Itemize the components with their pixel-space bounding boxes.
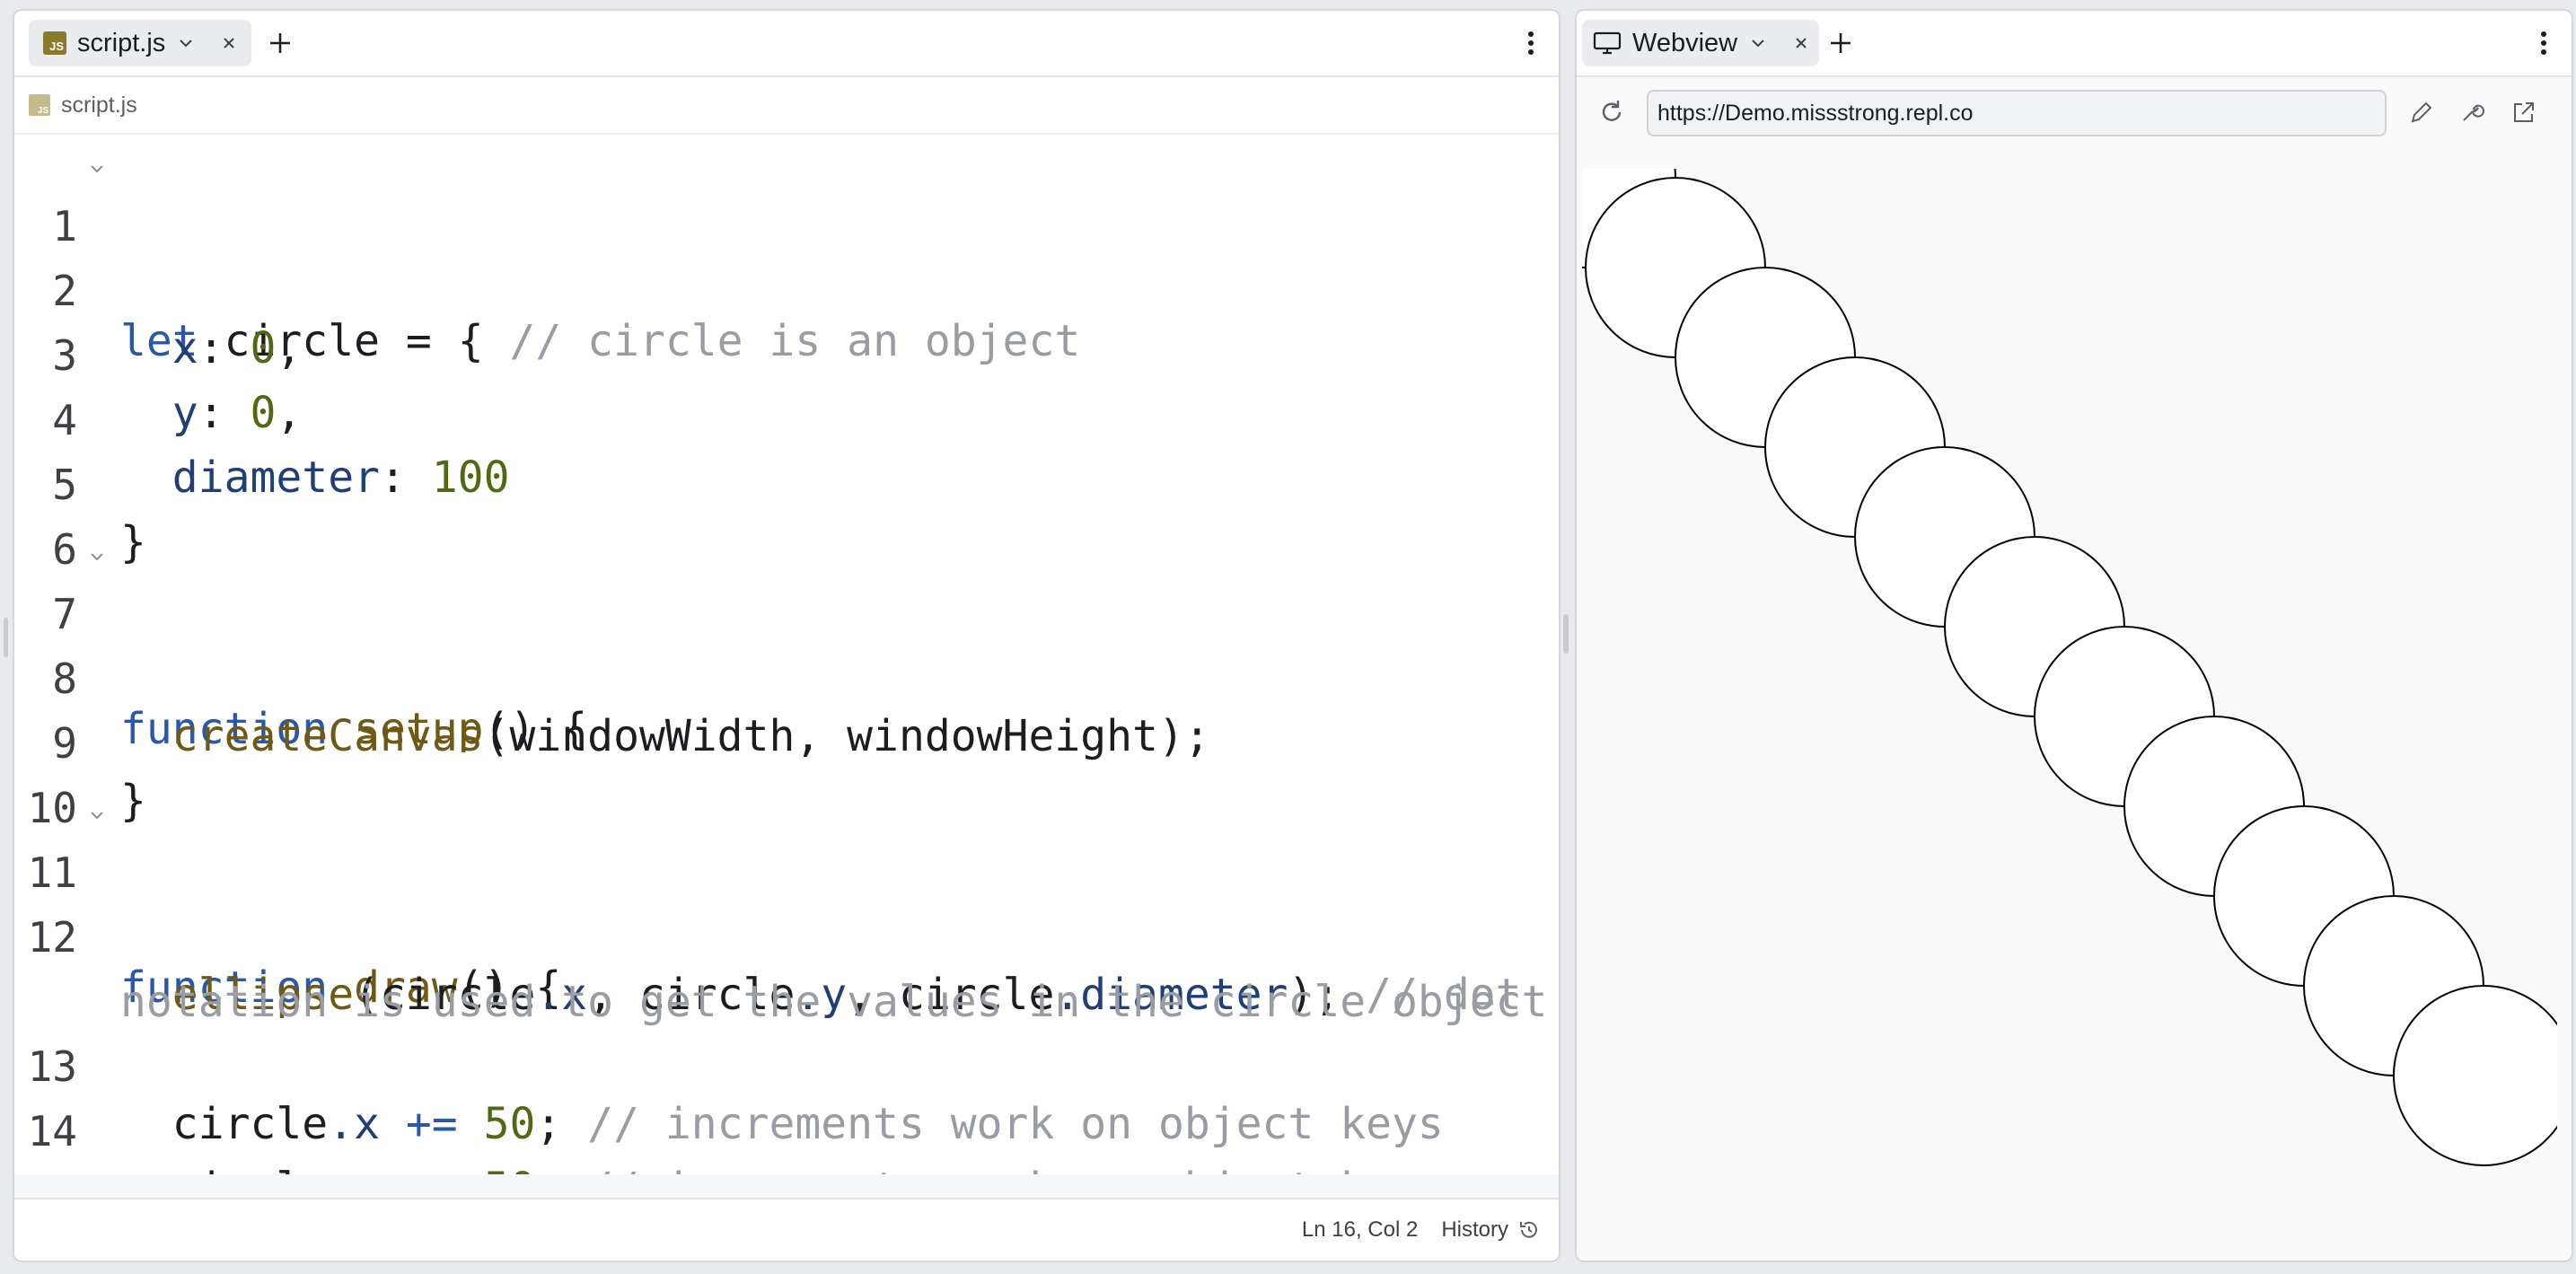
- history-icon: [1520, 1221, 1537, 1238]
- close-icon[interactable]: [217, 31, 241, 55]
- editor-pane: JS script.js script.js 1 let circle = { …: [13, 9, 1561, 1262]
- close-icon[interactable]: [1789, 31, 1813, 55]
- breadcrumb-file[interactable]: script.js: [61, 92, 137, 119]
- webview-pane: Webview https://Demo.missstrong.repl.co: [1575, 9, 2573, 1262]
- tab-webview[interactable]: Webview: [1582, 20, 1819, 66]
- code-line[interactable]: 6: [14, 463, 1559, 574]
- code-line[interactable]: 9 }: [14, 657, 1559, 826]
- plus-icon: [270, 33, 290, 53]
- webview-menu-button[interactable]: [2530, 25, 2557, 61]
- reload-icon[interactable]: [1596, 97, 1627, 127]
- code-editor[interactable]: 1 let circle = { // circle is an object …: [14, 136, 1559, 1201]
- code-line[interactable]: 10: [14, 722, 1559, 832]
- cursor-position[interactable]: Ln 16, Col 2: [1302, 1217, 1418, 1243]
- js-file-icon: JS: [43, 31, 66, 55]
- left-resize-handle[interactable]: [4, 618, 8, 657]
- plus-icon: [1831, 33, 1851, 53]
- wrench-icon: [2463, 104, 2484, 121]
- fold-chevron-icon[interactable]: [88, 160, 106, 178]
- js-file-icon: [29, 94, 50, 116]
- code-line[interactable]: 8 createCanvas(windowWidth, windowHeight…: [14, 593, 1559, 761]
- monitor-icon: [1593, 31, 1622, 55]
- history-label: History: [1441, 1217, 1508, 1242]
- new-tab-button[interactable]: [1823, 25, 1859, 61]
- code-line-wrap[interactable]: notation is used to get the values in th…: [14, 916, 1559, 1027]
- history-button[interactable]: History: [1441, 1217, 1541, 1243]
- more-vertical-icon: [1528, 31, 1534, 55]
- editor-tabbar: JS script.js: [14, 11, 1559, 77]
- code-line[interactable]: 4 diameter: 100: [14, 334, 1559, 503]
- p5-canvas[interactable]: [1582, 169, 2557, 1255]
- code-line[interactable]: 11 function draw() {: [14, 786, 1559, 1013]
- more-vertical-icon: [2541, 31, 2546, 55]
- fold-chevron-icon[interactable]: [88, 806, 106, 824]
- tab-label: Webview: [1632, 28, 1738, 57]
- pane-resize-handle[interactable]: [1563, 614, 1569, 654]
- status-bar: Ln 16, Col 2 History: [14, 1198, 1559, 1261]
- edit-button[interactable]: [2406, 97, 2437, 127]
- chevron-down-icon[interactable]: [176, 33, 196, 53]
- code-line[interactable]: 5 }: [14, 399, 1559, 567]
- webview-canvas[interactable]: [1582, 169, 2557, 1255]
- code-line[interactable]: 1 let circle = { // circle is an object: [14, 140, 1559, 366]
- code-line[interactable]: 7 function setup() {: [14, 528, 1559, 754]
- tab-script-js[interactable]: JS script.js: [29, 20, 251, 66]
- code-line[interactable]: 14 circle.y += 50; // increments work on…: [14, 1045, 1559, 1201]
- code-line[interactable]: 13 circle.x += 50; // increments work on…: [14, 980, 1559, 1149]
- chevron-down-icon[interactable]: [1748, 33, 1768, 53]
- breadcrumb: script.js: [14, 77, 1559, 135]
- webview-tabbar: Webview: [1577, 11, 2572, 77]
- url-input[interactable]: https://Demo.missstrong.repl.co: [1647, 90, 2387, 136]
- code-line[interactable]: 15 }: [14, 1110, 1559, 1201]
- code-line[interactable]: 2 x: 0,: [14, 205, 1559, 373]
- devtools-button[interactable]: [2457, 97, 2487, 127]
- pencil-icon: [2411, 101, 2432, 123]
- url-bar-row: https://Demo.missstrong.repl.co: [1577, 77, 2572, 149]
- new-tab-button[interactable]: [262, 25, 298, 61]
- fold-chevron-icon[interactable]: [88, 548, 106, 566]
- code-line[interactable]: 3 y: 0,: [14, 269, 1559, 438]
- external-link-icon: [2514, 102, 2534, 122]
- code-line[interactable]: 12 ellipse(circle.x, circle.y, circle.di…: [14, 851, 1559, 1020]
- editor-menu-button[interactable]: [1517, 25, 1544, 61]
- open-new-window-button[interactable]: [2509, 97, 2539, 127]
- sketch-circle: [2393, 985, 2557, 1166]
- tab-label: script.js: [77, 28, 166, 57]
